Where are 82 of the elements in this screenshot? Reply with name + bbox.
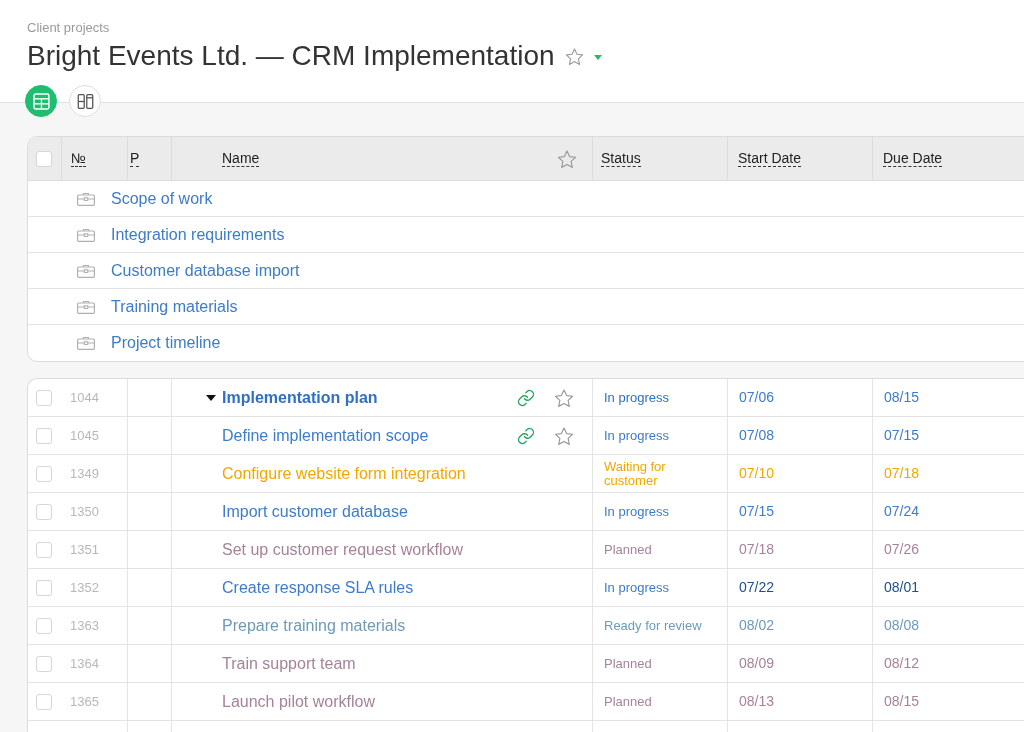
- start-date: 07/22: [739, 578, 775, 597]
- status-text: In progress: [604, 580, 670, 595]
- caret-icon[interactable]: [206, 394, 216, 401]
- start-date: 08/02: [739, 616, 775, 635]
- due-date: 08/12: [884, 654, 920, 673]
- row-checkbox[interactable]: [36, 465, 52, 482]
- row-checkbox[interactable]: [36, 427, 52, 444]
- link-icon[interactable]: [517, 426, 535, 445]
- row-checkbox[interactable]: [36, 693, 52, 710]
- group-link[interactable]: Scope of work: [111, 186, 213, 211]
- link-icon[interactable]: [517, 388, 535, 407]
- status-text: In progress: [604, 390, 670, 405]
- start-date: 07/18: [739, 540, 775, 559]
- status-text: Planned: [604, 694, 652, 709]
- due-date: 07/15: [884, 426, 920, 445]
- group-link[interactable]: Customer database import: [111, 258, 300, 283]
- status-text: In progress: [604, 504, 670, 519]
- start-date: 07/06: [739, 388, 775, 407]
- task-name-link[interactable]: Import customer database: [222, 499, 408, 524]
- task-name-link[interactable]: Prepare training materials: [222, 613, 406, 638]
- task-number: 1351: [70, 540, 99, 559]
- column-header[interactable]: Start Date: [738, 150, 802, 167]
- row-checkbox[interactable]: [36, 503, 52, 520]
- due-date: 07/24: [884, 502, 920, 521]
- column-header[interactable]: Status: [601, 150, 641, 167]
- row-checkbox[interactable]: [36, 655, 52, 672]
- task-number: 1044: [70, 388, 99, 407]
- column-header[interactable]: Name: [222, 150, 260, 167]
- task-number: 1350: [70, 502, 99, 521]
- due-date: 07/18: [884, 464, 920, 483]
- task-name-link[interactable]: Set up customer request workflow: [222, 537, 463, 562]
- row-checkbox[interactable]: [36, 541, 52, 558]
- view-toggle-button[interactable]: [25, 85, 57, 117]
- star-icon[interactable]: [555, 426, 573, 445]
- status-text: Waiting for customer: [604, 459, 667, 488]
- briefcase-icon: [77, 191, 95, 206]
- start-date: 07/08: [739, 426, 775, 445]
- task-number: 1363: [70, 616, 99, 635]
- start-date: 07/15: [739, 502, 775, 521]
- group-link[interactable]: Training materials: [111, 294, 238, 319]
- task-name-link[interactable]: Create response SLA rules: [222, 575, 414, 600]
- column-header[interactable]: №: [71, 150, 87, 167]
- column-header[interactable]: Due Date: [883, 150, 943, 167]
- group-link[interactable]: Project timeline: [111, 331, 221, 355]
- task-number: 1352: [70, 578, 99, 597]
- task-name-link[interactable]: Define implementation scope: [222, 423, 429, 448]
- start-date: 07/10: [739, 464, 775, 483]
- row-checkbox[interactable]: [36, 389, 52, 406]
- row-checkbox[interactable]: [36, 579, 52, 596]
- start-date: 08/09: [739, 654, 775, 673]
- due-date: 08/08: [884, 616, 920, 635]
- select-all-checkbox[interactable]: [36, 150, 52, 167]
- briefcase-icon: [77, 299, 95, 314]
- task-name-link[interactable]: Train support team: [222, 651, 356, 676]
- briefcase-icon: [77, 227, 95, 242]
- task-name-link[interactable]: Launch pilot workflow: [222, 689, 375, 714]
- star-icon[interactable]: [558, 149, 576, 168]
- group-link[interactable]: Integration requirements: [111, 222, 285, 247]
- task-number: 1045: [70, 426, 99, 445]
- briefcase-icon: [77, 336, 95, 350]
- briefcase-icon: [77, 263, 95, 278]
- status-text: Planned: [604, 656, 652, 671]
- column-header[interactable]: P: [130, 150, 140, 167]
- due-date: 07/26: [884, 540, 920, 559]
- due-date: 08/15: [884, 692, 920, 711]
- row-checkbox[interactable]: [36, 617, 52, 634]
- star-icon[interactable]: [555, 388, 573, 407]
- due-date: 08/01: [884, 578, 920, 597]
- task-number: 1364: [70, 654, 99, 673]
- start-date: 08/13: [739, 692, 775, 711]
- task-number: 1365: [70, 692, 99, 711]
- task-name-link[interactable]: Implementation plan: [222, 385, 378, 410]
- table-icon: [32, 92, 50, 110]
- status-text: Ready for review: [604, 618, 702, 633]
- due-date: 08/15: [884, 388, 920, 407]
- task-number: 1349: [70, 464, 99, 483]
- status-text: In progress: [604, 428, 670, 443]
- breadcrumb[interactable]: Client projects: [27, 20, 110, 36]
- status-text: Planned: [604, 542, 652, 557]
- columns-icon: [76, 92, 94, 110]
- page-title: Bright Events Ltd. — CRM Implementation: [27, 39, 555, 73]
- star-icon[interactable]: [565, 47, 583, 65]
